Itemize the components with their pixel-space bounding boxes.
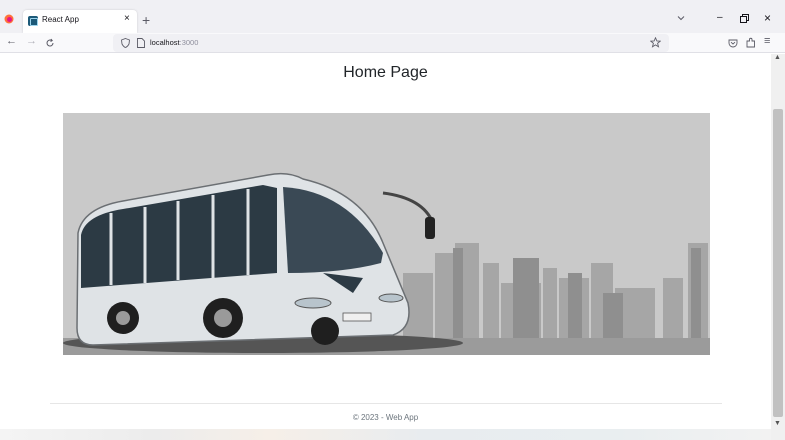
scroll-up-arrow-icon[interactable]: ▲ <box>774 54 781 61</box>
url-text[interactable]: localhost:3000 <box>150 38 198 47</box>
tab-react-app[interactable]: React App × <box>23 10 137 33</box>
minimize-button[interactable]: – <box>717 12 723 23</box>
footer-copyright: © 2023 - Web App <box>352 413 419 422</box>
bookmark-star-icon[interactable] <box>650 37 661 48</box>
menu-icon[interactable]: ≡ <box>764 35 770 47</box>
footer-divider <box>50 403 722 404</box>
back-arrow-icon[interactable]: ← <box>6 35 17 47</box>
restore-icon[interactable] <box>740 14 749 23</box>
react-app-favicon-icon <box>28 16 38 26</box>
reload-icon[interactable] <box>45 38 55 48</box>
tab-title: React App <box>42 15 79 24</box>
page-content: Home Page © 2023 - Web App <box>0 54 771 440</box>
scroll-down-arrow-icon[interactable]: ▼ <box>774 420 781 427</box>
page-icon[interactable] <box>137 38 145 48</box>
page-title: Home Page <box>343 64 428 81</box>
chevron-down-icon[interactable] <box>676 13 686 23</box>
new-tab-button[interactable]: + <box>142 12 150 28</box>
navigation-bar: ← → localhost:3000 ≡ <box>0 33 785 53</box>
scrollbar-thumb[interactable] <box>773 109 783 417</box>
url-port: :3000 <box>179 38 199 47</box>
browser-window: React App × + – × ← → localhost:3000 ≡ H… <box>0 0 785 440</box>
tab-strip: React App × + – × <box>0 0 785 33</box>
tab-close-button[interactable]: × <box>124 13 130 24</box>
firefox-logo-icon[interactable] <box>4 14 14 24</box>
vertical-scrollbar[interactable]: ▲ ▼ <box>771 54 785 440</box>
window-close-button[interactable]: × <box>764 11 771 25</box>
url-host: localhost <box>150 38 180 47</box>
pocket-icon[interactable] <box>728 38 738 48</box>
bottom-edge-strip <box>0 429 771 440</box>
shield-icon[interactable] <box>121 38 130 48</box>
address-bar[interactable]: localhost:3000 <box>113 34 669 52</box>
extensions-icon[interactable] <box>746 37 756 48</box>
forward-arrow-icon[interactable]: → <box>26 35 37 47</box>
bus-image <box>63 113 710 355</box>
